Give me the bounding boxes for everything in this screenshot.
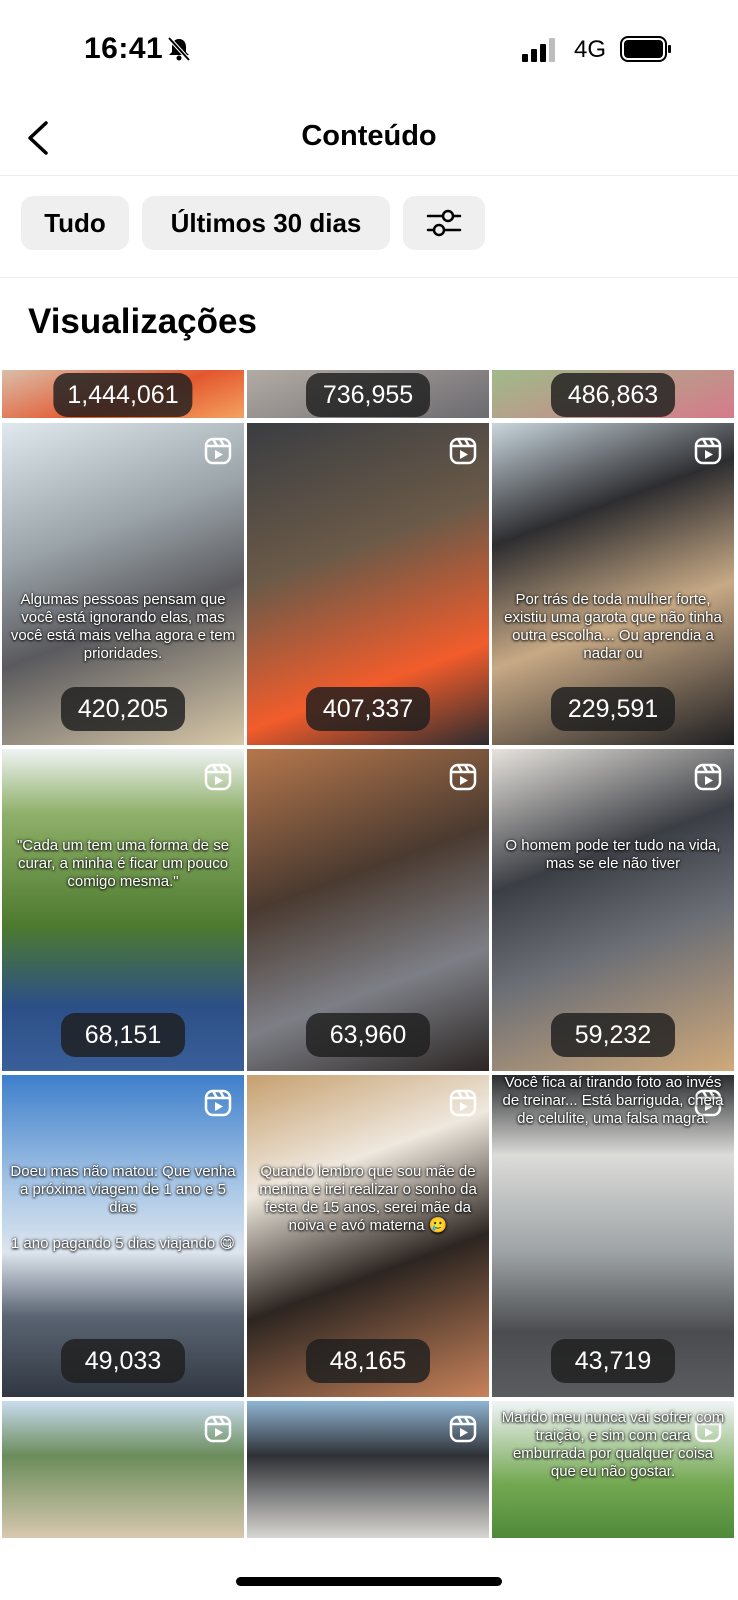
reels-icon — [204, 1089, 232, 1117]
reels-icon — [204, 1415, 232, 1443]
home-indicator[interactable] — [236, 1577, 502, 1586]
reels-icon — [449, 437, 477, 465]
reels-icon — [204, 437, 232, 465]
content-grid: 1,444,061 736,955 486,863 Algumas pessoas p… — [0, 370, 738, 1538]
reel-caption: Doeu mas não matou: Que venha a próxima … — [10, 1163, 236, 1252]
reel-tile[interactable]: Por trás de toda mulher forte, existiu u… — [492, 423, 734, 745]
view-count-badge: 1,444,061 — [53, 373, 193, 417]
reels-icon — [449, 1089, 477, 1117]
reels-icon — [449, 763, 477, 791]
view-count-badge: 63,960 — [306, 1013, 430, 1057]
reel-tile[interactable]: 1,444,061 — [2, 370, 244, 418]
reel-caption: Pov: Minha personal Você fica aí tirando… — [502, 1075, 724, 1127]
section-title: Visualizações — [28, 302, 257, 341]
network-type: 4G — [574, 36, 607, 63]
sliders-icon — [426, 209, 462, 237]
reel-caption: Algumas pessoas pensam que você está ign… — [10, 591, 236, 662]
bell-muted-icon — [167, 36, 191, 62]
reel-tile[interactable]: Algumas pessoas pensam que você está ign… — [2, 423, 244, 745]
filter-settings-button[interactable] — [403, 196, 485, 250]
view-count-badge: 229,591 — [551, 687, 675, 731]
filter-all-chip[interactable]: Tudo — [21, 196, 129, 250]
view-count-badge: 407,337 — [306, 687, 430, 731]
reel-tile[interactable]: 486,863 — [492, 370, 734, 418]
reel-tile[interactable] — [2, 1401, 244, 1538]
view-count-badge: 48,165 — [306, 1339, 430, 1383]
view-count-badge: 43,719 — [551, 1339, 675, 1383]
reel-caption: O homem pode ter tudo na vida, mas se el… — [505, 837, 721, 872]
reel-tile[interactable]: Doeu mas não matou: Que venha a próxima … — [2, 1075, 244, 1397]
reel-tile[interactable]: Marido meu nunca vai sofrer com traição,… — [492, 1401, 734, 1538]
page-title: Conteúdo — [301, 120, 437, 152]
view-count-badge: 68,151 — [61, 1013, 185, 1057]
reels-icon — [204, 763, 232, 791]
reel-tile[interactable]: 736,955 — [247, 370, 489, 418]
reel-tile[interactable]: 63,960 — [247, 749, 489, 1071]
reel-tile[interactable] — [247, 1401, 489, 1538]
view-count-badge: 420,205 — [61, 687, 185, 731]
reel-caption: "Cada um tem uma forma de se curar, a mi… — [16, 837, 230, 890]
view-count-badge: 49,033 — [61, 1339, 185, 1383]
filter-bar: Tudo Últimos 30 dias — [0, 176, 738, 278]
reel-caption: Quando lembro que sou mãe de menina e ir… — [259, 1163, 477, 1234]
reel-caption: Marido meu nunca vai sofrer com traição,… — [501, 1409, 725, 1480]
view-count-badge: 736,955 — [306, 373, 430, 417]
reel-tile[interactable]: Quando lembro que sou mãe de menina e ir… — [247, 1075, 489, 1397]
reel-tile[interactable]: Pov: Minha personal Você fica aí tirando… — [492, 1075, 734, 1397]
filter-period-chip[interactable]: Últimos 30 dias — [142, 196, 390, 250]
battery-icon — [620, 36, 671, 62]
reels-icon — [449, 1415, 477, 1443]
reel-tile[interactable]: O homem pode ter tudo na vida, mas se el… — [492, 749, 734, 1071]
reels-icon — [694, 437, 722, 465]
reels-icon — [694, 763, 722, 791]
reel-caption: Por trás de toda mulher forte, existiu u… — [504, 591, 722, 662]
header: Conteúdo — [0, 100, 738, 176]
status-time: 16:41 — [84, 32, 164, 65]
view-count-badge: 486,863 — [551, 373, 675, 417]
view-count-badge: 59,232 — [551, 1013, 675, 1057]
reel-tile[interactable]: "Cada um tem uma forma de se curar, a mi… — [2, 749, 244, 1071]
reel-tile[interactable]: 407,337 — [247, 423, 489, 745]
status-bar: 16:41 4G — [0, 0, 738, 100]
signal-icon — [522, 38, 555, 62]
